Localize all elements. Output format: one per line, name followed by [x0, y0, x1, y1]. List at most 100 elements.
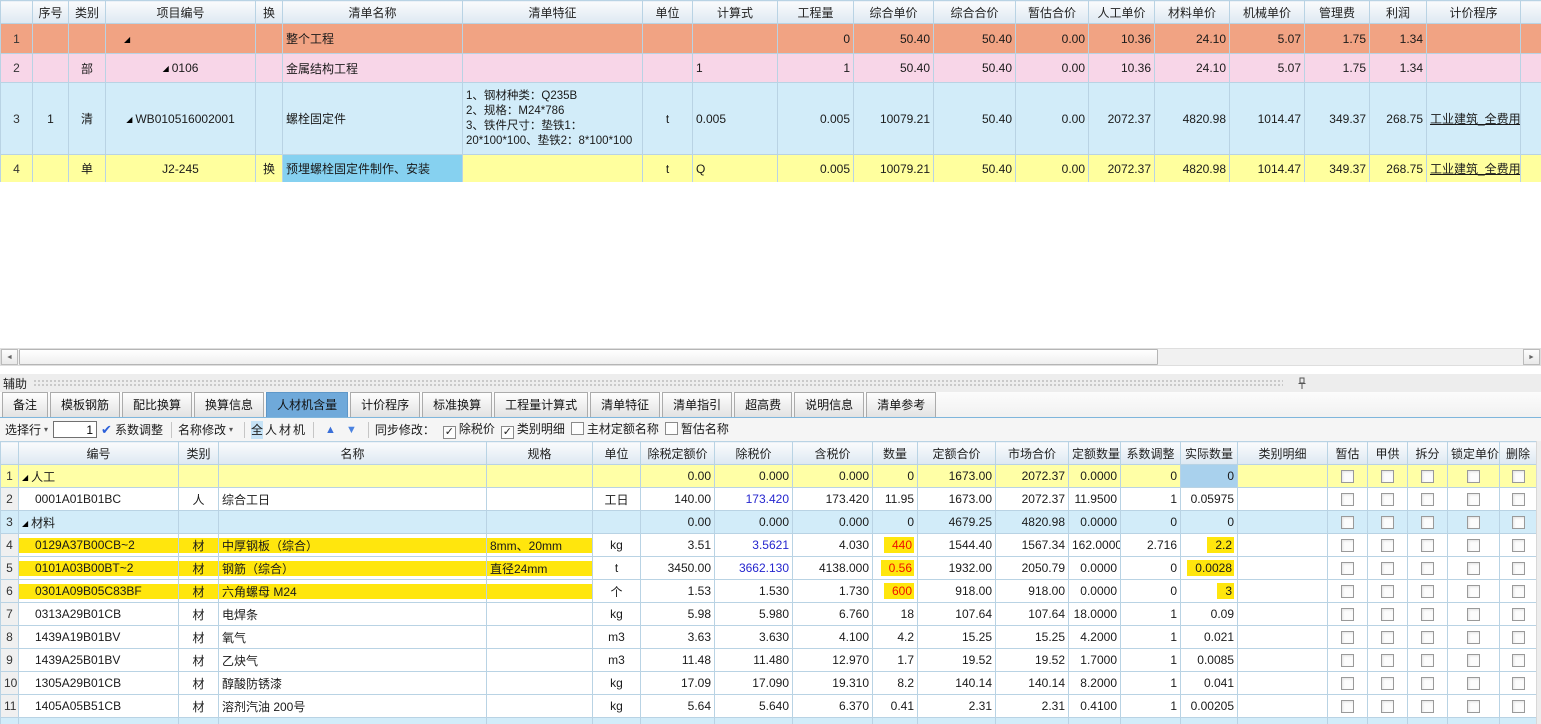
tab-item-reference[interactable]: 清单参考	[866, 392, 936, 417]
bill-cell-jxdj[interactable]: 1014.47	[1230, 155, 1305, 183]
hrm-cell-lb[interactable]: 材	[179, 534, 219, 557]
hrm-cell-lbmx[interactable]	[1238, 626, 1328, 649]
hrm-zg-checkbox[interactable]	[1341, 700, 1354, 713]
hrm-cell-mc[interactable]: 六角螺母 M24	[219, 580, 487, 603]
hrm-cell-zg[interactable]	[1328, 488, 1368, 511]
hrm-cf-checkbox[interactable]	[1421, 677, 1434, 690]
bill-cell-zhhj[interactable]: 50.40	[934, 54, 1016, 83]
hrm-cell-sc[interactable]	[1500, 672, 1537, 695]
hrm-cell-cf[interactable]	[1408, 603, 1448, 626]
bill-cell-jjcx[interactable]	[1427, 54, 1521, 83]
bill-cell-lb[interactable]	[69, 24, 106, 54]
bill-cell-zhdj[interactable]: 50.40	[854, 24, 934, 54]
hrm-cell-sl[interactable]: 4.2	[873, 626, 918, 649]
hrm-jg-checkbox[interactable]	[1381, 677, 1394, 690]
hrm-cell-rn[interactable]: 7	[1, 603, 19, 626]
bill-cell-rn[interactable]: 4	[1, 155, 33, 183]
bill-header-bh[interactable]: 项目编号	[106, 1, 256, 24]
bill-cell-dw[interactable]	[643, 24, 693, 54]
bill-cell-glf[interactable]: 1.75	[1305, 24, 1370, 54]
horizontal-scrollbar[interactable]: ◄ ►	[0, 348, 1541, 366]
hrm-cell-xstz[interactable]: 1	[1121, 649, 1181, 672]
hrm-cell-jg[interactable]	[1368, 718, 1408, 724]
hrm-cell-lbmx[interactable]	[1238, 580, 1328, 603]
hrm-header-schj[interactable]: 市场合价	[996, 442, 1069, 465]
hrm-sd-checkbox[interactable]	[1467, 562, 1480, 575]
bill-cell-rgdj[interactable]: 10.36	[1089, 24, 1155, 54]
bill-cell-bh[interactable]: ◢0106	[106, 54, 256, 83]
hrm-cell-lb[interactable]: 材	[179, 672, 219, 695]
hrm-cell-sjsl[interactable]: 0.0085	[1181, 649, 1238, 672]
bill-cell-cldj[interactable]: 4820.98	[1155, 83, 1230, 155]
hrm-jg-checkbox[interactable]	[1381, 585, 1394, 598]
sync-checkbox-main-material-name[interactable]	[571, 422, 584, 435]
hrm-cell-cf[interactable]	[1408, 580, 1448, 603]
hrm-cell-mc[interactable]: 溶剂汽油 200号	[219, 695, 487, 718]
hrm-cell-gg[interactable]: 直径24mm	[487, 557, 593, 580]
bill-cell-x1[interactable]	[1521, 24, 1541, 54]
hrm-cell-hsj[interactable]: 4138.000	[793, 557, 873, 580]
tab-quantity-formula[interactable]: 工程量计算式	[494, 392, 588, 417]
bill-cell-lb[interactable]: 单	[69, 155, 106, 183]
hrm-cell-gg[interactable]	[487, 511, 593, 534]
hrm-cell-csj[interactable]: 3.630	[715, 626, 793, 649]
hrm-cell-dw[interactable]: t	[593, 557, 641, 580]
hrm-sd-checkbox[interactable]	[1467, 654, 1480, 667]
hrm-cell-csde[interactable]: 3.51	[641, 534, 715, 557]
hrm-cell-rn[interactable]: 5	[1, 557, 19, 580]
bill-cell-hn[interactable]	[256, 54, 283, 83]
hrm-cf-checkbox[interactable]	[1421, 585, 1434, 598]
bill-cell-tz[interactable]	[463, 155, 643, 183]
bill-cell-x1[interactable]	[1521, 54, 1541, 83]
hrm-cell-zg[interactable]	[1328, 603, 1368, 626]
bill-cell-xh[interactable]	[33, 24, 69, 54]
hrm-zg-checkbox[interactable]	[1341, 470, 1354, 483]
hrm-cell-xstz[interactable]: 1	[1121, 626, 1181, 649]
bill-cell-zghj[interactable]: 0.00	[1016, 54, 1089, 83]
filter-labor-button[interactable]: 人	[265, 421, 277, 439]
hrm-cell-lb[interactable]: 材	[179, 695, 219, 718]
hrm-cell-bh[interactable]: 0001A01B01BC	[19, 488, 179, 511]
hrm-header-lb[interactable]: 类别	[179, 442, 219, 465]
bill-cell-bh[interactable]: ◢	[106, 24, 256, 54]
bill-cell-gcl[interactable]: 0.005	[778, 155, 854, 183]
hrm-cell-sc[interactable]	[1500, 603, 1537, 626]
hrm-cell-sd[interactable]	[1448, 557, 1500, 580]
filter-material-button[interactable]: 材	[279, 421, 291, 439]
hrm-cell-mc[interactable]: 综合工日	[219, 488, 487, 511]
bill-cell-rn[interactable]: 3	[1, 83, 33, 155]
hrm-cf-checkbox[interactable]	[1421, 493, 1434, 506]
tab-item-guide[interactable]: 清单指引	[662, 392, 732, 417]
hrm-cell-schj[interactable]: 918.00	[996, 580, 1069, 603]
bill-cell-zhdj[interactable]: 10079.21	[854, 83, 934, 155]
bill-cell-glf[interactable]: 349.37	[1305, 83, 1370, 155]
hrm-cell-sl[interactable]: 11.95	[873, 488, 918, 511]
hrm-zg-checkbox[interactable]	[1341, 562, 1354, 575]
bill-cell-js[interactable]: 0.005	[693, 83, 778, 155]
hrm-header-sl[interactable]: 数量	[873, 442, 918, 465]
hrm-header-sjsl[interactable]: 实际数量	[1181, 442, 1238, 465]
hrm-cell-schj[interactable]: 2072.37	[996, 488, 1069, 511]
hrm-cell-sl[interactable]: 1.7	[873, 649, 918, 672]
hrm-cf-checkbox[interactable]	[1421, 516, 1434, 529]
bill-cell-js[interactable]: 1	[693, 54, 778, 83]
hrm-cell-schj[interactable]: 140.14	[996, 672, 1069, 695]
hrm-cell-hsj[interactable]: 6.760	[793, 603, 873, 626]
hrm-jg-checkbox[interactable]	[1381, 700, 1394, 713]
hrm-cell-rn[interactable]: 1	[1, 465, 19, 488]
hrm-cf-checkbox[interactable]	[1421, 654, 1434, 667]
hrm-cell-csde[interactable]: 3450.00	[641, 557, 715, 580]
bill-header-hn[interactable]: 换	[256, 1, 283, 24]
hrm-cell-jg[interactable]	[1368, 557, 1408, 580]
hrm-cell-dehj[interactable]: 140.14	[918, 672, 996, 695]
hrm-cell-sjsl[interactable]: 0.00205	[1181, 695, 1238, 718]
bill-cell-zhhj[interactable]: 50.40	[934, 83, 1016, 155]
hrm-cell-lbmx[interactable]	[1238, 718, 1328, 724]
hrm-header-dehj[interactable]: 定额合价	[918, 442, 996, 465]
hrm-cell-dw[interactable]: kg	[593, 672, 641, 695]
hrm-cell-cf[interactable]	[1408, 534, 1448, 557]
hrm-cell-csde[interactable]: 5.64	[641, 695, 715, 718]
hrm-cell-sl[interactable]: 0.41	[873, 695, 918, 718]
hrm-cell-dw[interactable]	[593, 465, 641, 488]
hrm-cell-zg[interactable]	[1328, 626, 1368, 649]
